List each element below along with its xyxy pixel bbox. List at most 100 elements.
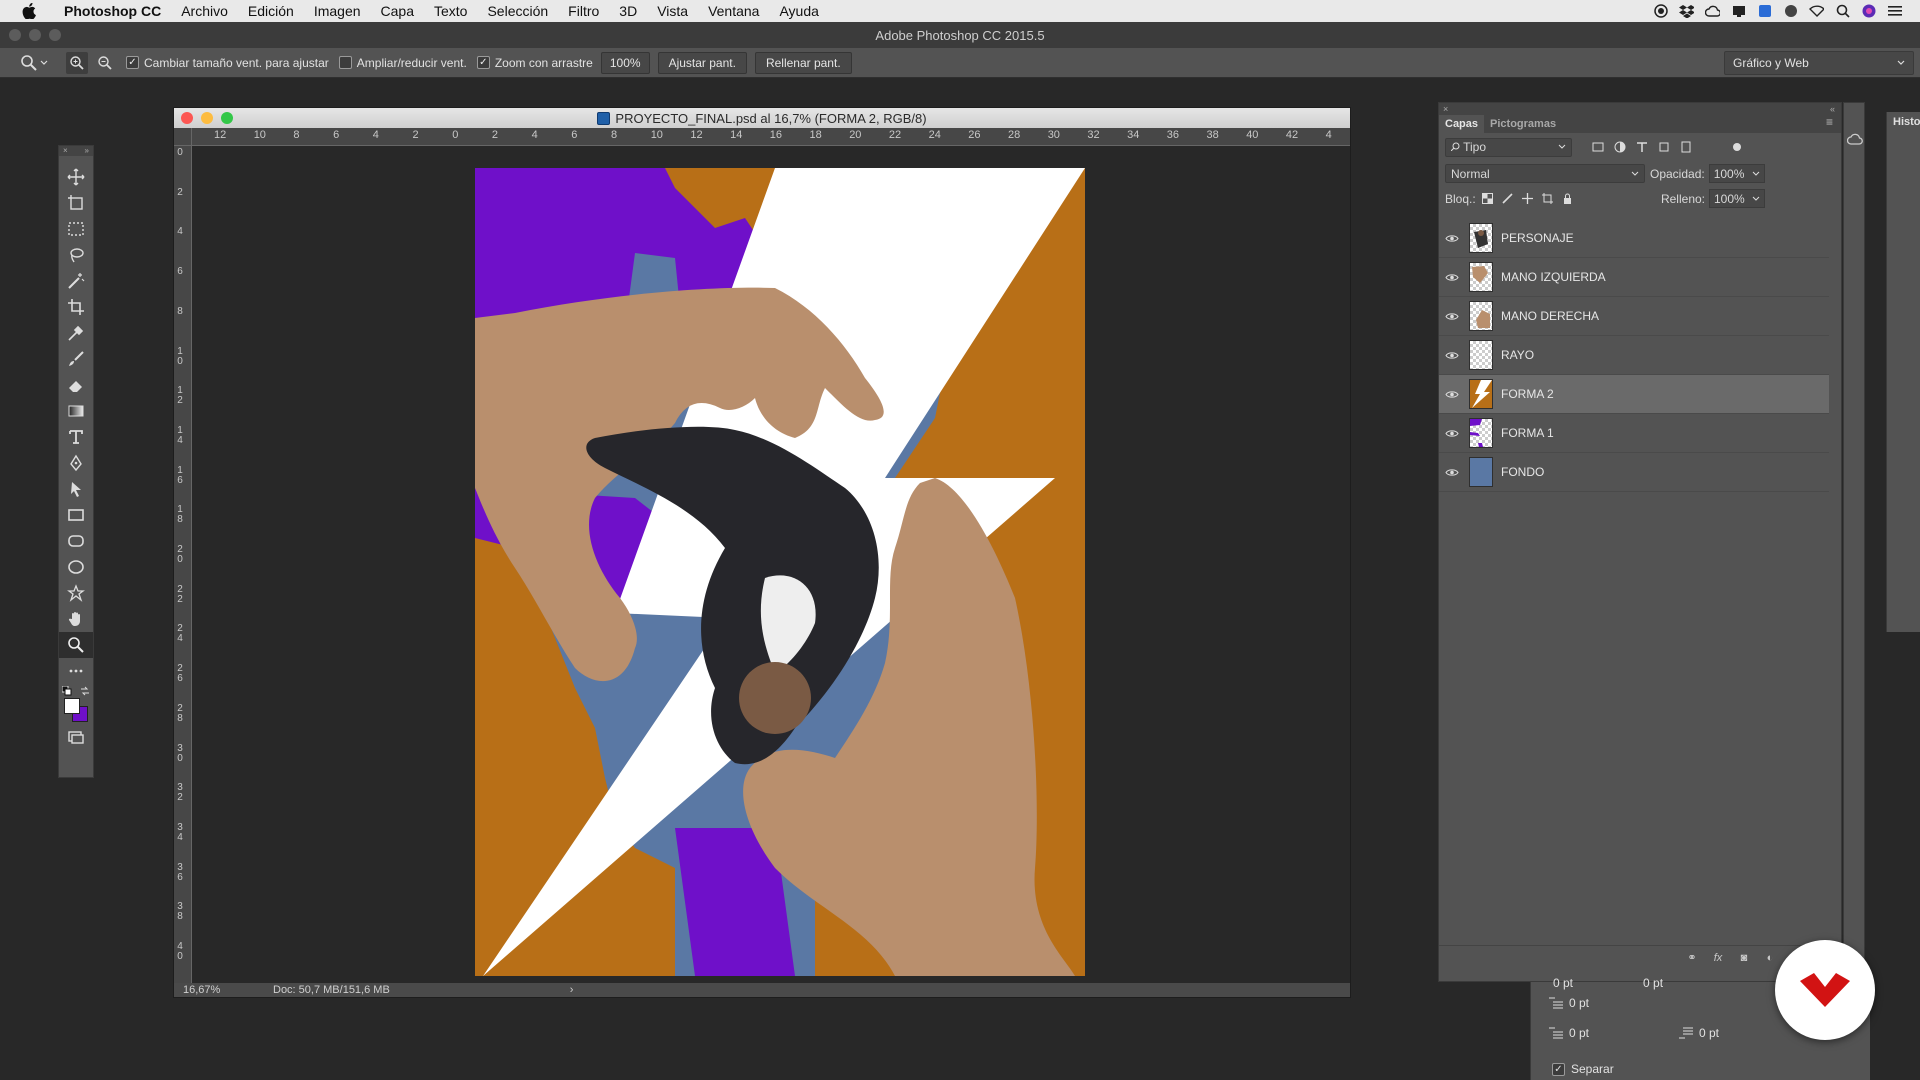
rounded-rectangle-tool[interactable] xyxy=(59,528,93,554)
minimize-document-button[interactable] xyxy=(201,112,213,124)
swap-colors-icon[interactable] xyxy=(80,686,90,696)
panel-menu-icon[interactable]: ≡ xyxy=(1818,115,1841,133)
layer-row[interactable]: PERSONAJE xyxy=(1439,219,1829,258)
ruler-origin[interactable] xyxy=(174,128,192,146)
artboard-tool[interactable] xyxy=(59,190,93,216)
visibility-eye-icon[interactable] xyxy=(1439,429,1465,438)
search-icon[interactable] xyxy=(1835,4,1850,19)
menu-vista[interactable]: Vista xyxy=(647,3,698,19)
gradient-tool[interactable] xyxy=(59,398,93,424)
mixer-icon[interactable] xyxy=(1783,4,1798,19)
eraser-tool[interactable] xyxy=(59,372,93,398)
document-title-bar[interactable]: PROYECTO_FINAL.psd al 16,7% (FORMA 2, RG… xyxy=(174,108,1350,128)
canvas-area[interactable] xyxy=(192,146,1350,983)
menu-ayuda[interactable]: Ayuda xyxy=(769,3,828,19)
resize-windows-checkbox[interactable]: ✓ Cambiar tamaño vent. para ajustar xyxy=(126,56,329,70)
layers-panel-header[interactable]: × « xyxy=(1439,103,1841,115)
menu-seleccion[interactable]: Selección xyxy=(477,3,558,19)
app-blue-icon[interactable] xyxy=(1757,4,1772,19)
magic-wand-tool[interactable] xyxy=(59,268,93,294)
move-tool[interactable] xyxy=(59,164,93,190)
tools-panel-header[interactable]: ×» xyxy=(59,146,93,156)
visibility-eye-icon[interactable] xyxy=(1439,351,1465,360)
dropbox-icon[interactable] xyxy=(1679,4,1694,19)
layer-row[interactable]: MANO DERECHA xyxy=(1439,297,1829,336)
filter-smart-object-icon[interactable] xyxy=(1680,141,1692,153)
screen-mode-button[interactable] xyxy=(59,724,93,750)
pen-tool[interactable] xyxy=(59,450,93,476)
lock-position-icon[interactable] xyxy=(1521,193,1533,204)
eyedropper-tool[interactable] xyxy=(59,320,93,346)
link-layers-icon[interactable]: ⚭ xyxy=(1685,952,1699,964)
lock-transparent-icon[interactable] xyxy=(1481,193,1493,204)
fill-screen-button[interactable]: Rellenar pant. xyxy=(754,51,852,74)
layer-filter-select[interactable]: Tipo xyxy=(1445,137,1572,157)
creative-cloud-icon[interactable] xyxy=(1705,4,1720,19)
menu-imagen[interactable]: Imagen xyxy=(304,3,371,19)
filter-adjustment-icon[interactable] xyxy=(1614,141,1626,153)
blend-mode-select[interactable]: Normal xyxy=(1445,164,1645,183)
ellipse-tool[interactable] xyxy=(59,554,93,580)
zoom-all-windows-checkbox[interactable]: Ampliar/reducir vent. xyxy=(338,56,467,70)
horizontal-ruler[interactable]: 12 10 8 6 4 2 0 2 4 6 8 10 12 14 16 18 20 22 24 26 28 30 32 34 3… xyxy=(192,128,1350,146)
wifi-icon[interactable] xyxy=(1809,4,1824,19)
menu-capa[interactable]: Capa xyxy=(371,3,424,19)
foreground-color-swatch[interactable] xyxy=(64,698,80,714)
visibility-eye-icon[interactable] xyxy=(1439,234,1465,243)
fit-screen-button[interactable]: Ajustar pant. xyxy=(657,51,747,74)
type-tool[interactable] xyxy=(59,424,93,450)
lasso-tool[interactable] xyxy=(59,242,93,268)
menu-texto[interactable]: Texto xyxy=(424,3,477,19)
apple-icon[interactable] xyxy=(18,2,40,20)
visibility-eye-icon[interactable] xyxy=(1439,273,1465,282)
workspace-switcher[interactable]: Gráfico y Web xyxy=(1724,51,1914,75)
close-window-button[interactable] xyxy=(9,29,21,41)
vertical-ruler[interactable]: 0 2 4 6 8 1 0 1 2 1 4 1 6 1 8 2 0 2 2 2 4 2 6 2 8 3 0 3 … xyxy=(174,146,192,983)
filter-toggle-icon[interactable] xyxy=(1732,142,1742,152)
custom-shape-tool[interactable] xyxy=(59,580,93,606)
add-mask-icon[interactable]: ◙ xyxy=(1737,952,1751,964)
filter-type-icon[interactable] xyxy=(1636,141,1648,153)
menu-app-name[interactable]: Photoshop CC xyxy=(54,3,171,19)
layer-row-selected[interactable]: FORMA 2 xyxy=(1439,375,1829,414)
zoom-window-button[interactable] xyxy=(49,29,61,41)
close-document-button[interactable] xyxy=(181,112,193,124)
layer-row[interactable]: FONDO xyxy=(1439,453,1829,492)
hand-tool[interactable] xyxy=(59,606,93,632)
visibility-eye-icon[interactable] xyxy=(1439,468,1465,477)
scrubby-zoom-checkbox[interactable]: ✓ Zoom con arrastre xyxy=(476,56,593,70)
indent-right-value[interactable]: 0 pt xyxy=(1643,976,1663,990)
menu-ventana[interactable]: Ventana xyxy=(698,3,769,19)
marquee-tool[interactable] xyxy=(59,216,93,242)
menu-3d[interactable]: 3D xyxy=(609,3,647,19)
tab-pictogramas[interactable]: Pictogramas xyxy=(1484,115,1562,133)
edit-toolbar-button[interactable] xyxy=(59,658,93,684)
space-before-value[interactable]: 0 pt xyxy=(1569,1026,1589,1040)
menu-archivo[interactable]: Archivo xyxy=(171,3,238,19)
path-selection-tool[interactable] xyxy=(59,476,93,502)
fill-field[interactable]: 100% xyxy=(1709,189,1765,208)
zoom-100-button[interactable]: 100% xyxy=(600,51,650,74)
layer-row[interactable]: RAYO xyxy=(1439,336,1829,375)
crop-tool[interactable] xyxy=(59,294,93,320)
first-line-indent-value[interactable]: 0 pt xyxy=(1569,996,1589,1010)
visibility-eye-icon[interactable] xyxy=(1439,390,1465,399)
opacity-field[interactable]: 100% xyxy=(1708,164,1765,183)
siri-icon[interactable] xyxy=(1861,4,1876,19)
tab-capas[interactable]: Capas xyxy=(1439,115,1485,133)
status-doc-info[interactable]: Doc: 50,7 MB/151,6 MB xyxy=(273,984,390,996)
zoom-in-button[interactable] xyxy=(66,51,88,74)
artwork-canvas[interactable] xyxy=(475,168,1085,976)
zoom-out-button[interactable] xyxy=(94,52,116,74)
layer-row[interactable]: FORMA 1 xyxy=(1439,414,1829,453)
zoom-document-button[interactable] xyxy=(221,112,233,124)
adjustment-layer-icon[interactable]: ◐ xyxy=(1763,952,1777,964)
menu-filtro[interactable]: Filtro xyxy=(558,3,609,19)
default-colors-icon[interactable] xyxy=(62,686,72,696)
hyphenate-row[interactable]: ✓ Separar xyxy=(1552,1062,1614,1076)
list-menu-icon[interactable] xyxy=(1887,4,1902,19)
lock-pixels-icon[interactable] xyxy=(1502,193,1513,204)
record-icon[interactable] xyxy=(1653,4,1668,19)
space-after-value[interactable]: 0 pt xyxy=(1699,1026,1719,1040)
minimize-window-button[interactable] xyxy=(29,29,41,41)
